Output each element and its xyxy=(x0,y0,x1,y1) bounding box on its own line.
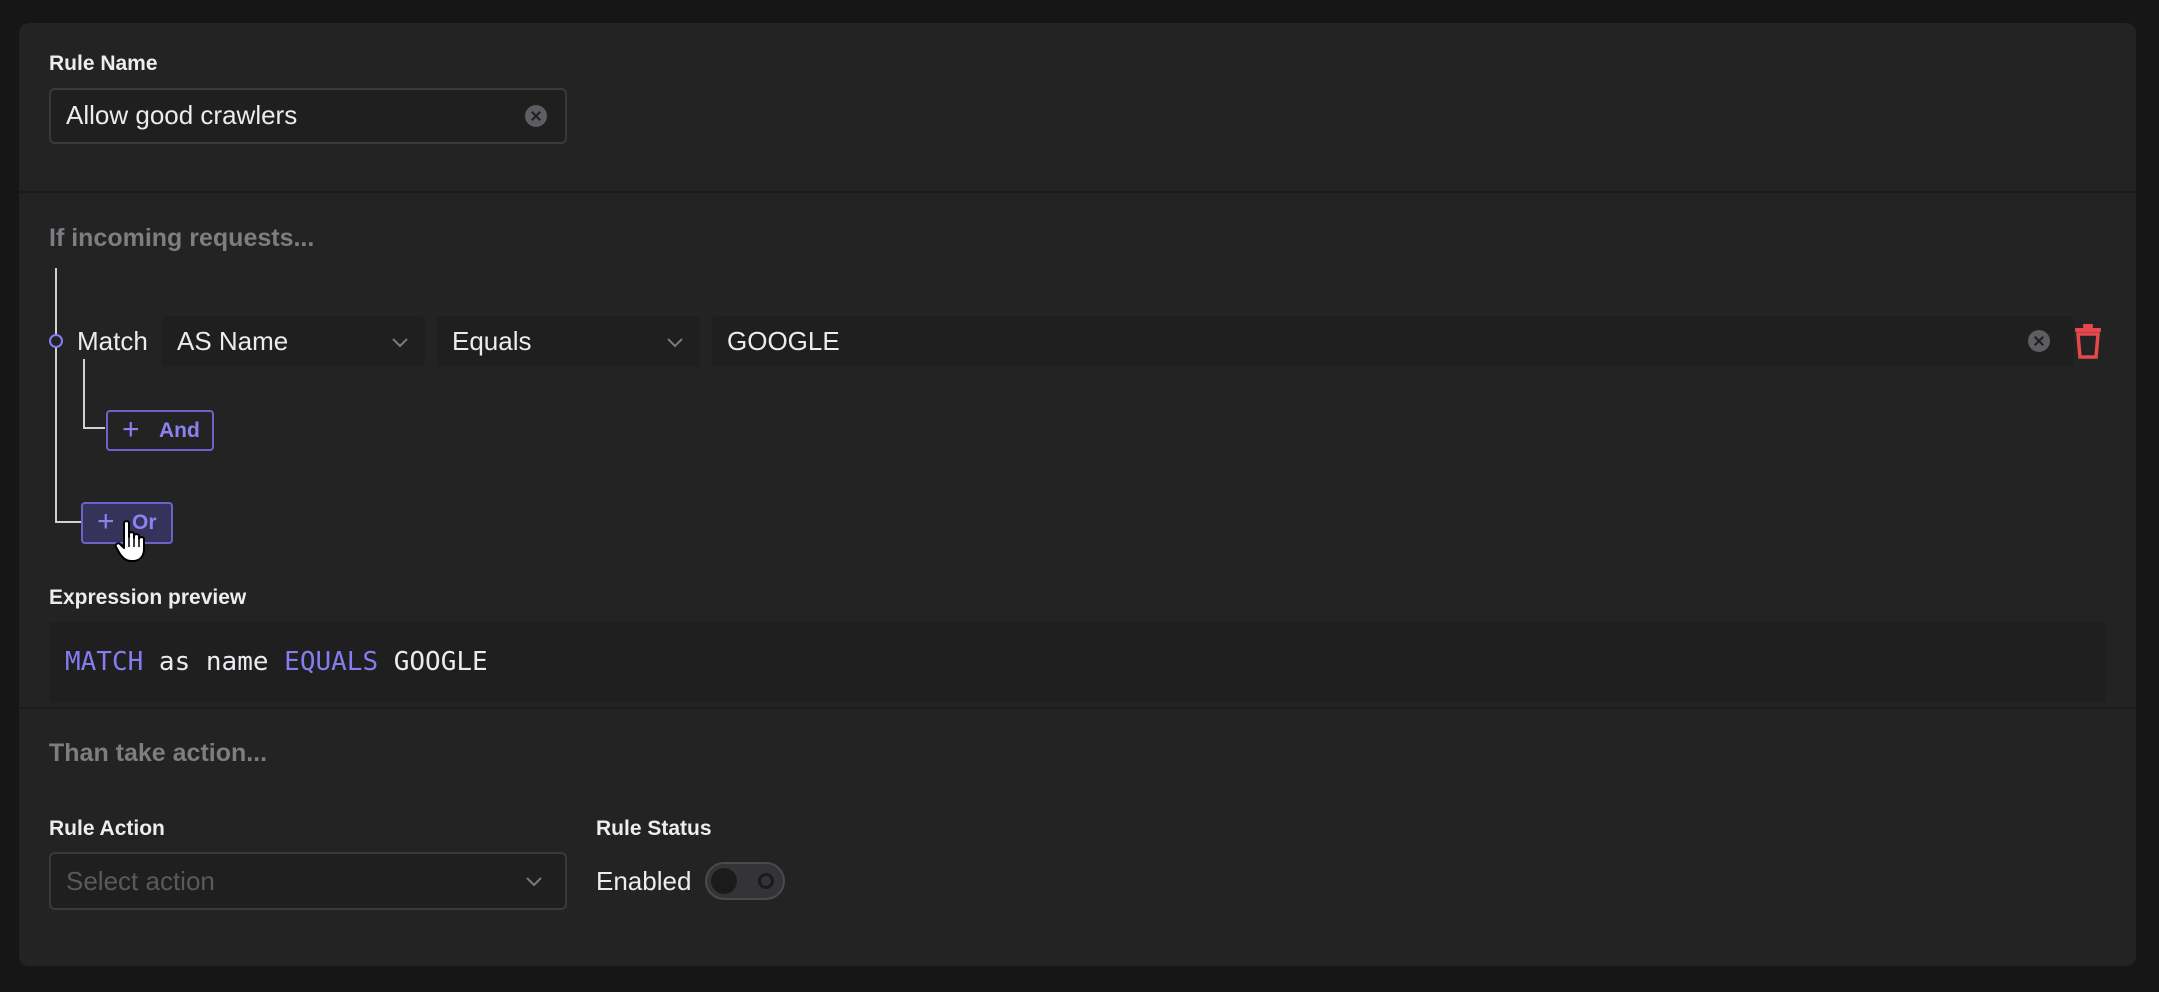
rule-status-value: Enabled xyxy=(596,866,692,896)
rule-action-placeholder: Select action xyxy=(66,866,215,896)
and-tree-branch xyxy=(83,427,105,429)
comparator-select[interactable]: Equals xyxy=(437,316,700,367)
expression-preview-box: MATCH as name EQUALS GOOGLE xyxy=(49,622,2106,703)
toggle-off-indicator xyxy=(758,873,774,889)
toggle-knob xyxy=(711,868,737,894)
trash-icon[interactable] xyxy=(2073,323,2103,359)
expression-preview-label: Expression preview xyxy=(49,586,247,609)
add-and-button[interactable]: + And xyxy=(106,410,214,451)
field-select-value: AS Name xyxy=(177,326,289,356)
expression-field: as name xyxy=(143,647,285,677)
match-label: Match xyxy=(77,326,148,356)
section-divider xyxy=(19,191,2136,193)
expression-value: GOOGLE xyxy=(378,647,488,677)
section-divider xyxy=(19,707,2136,709)
chevron-down-icon xyxy=(667,338,683,348)
chevron-down-icon xyxy=(392,338,408,348)
plus-icon: + xyxy=(97,505,115,538)
or-tree-line xyxy=(55,268,57,523)
and-tree-line xyxy=(83,359,85,429)
or-tree-branch xyxy=(55,521,82,523)
rule-name-input[interactable]: Allow good crawlers xyxy=(49,88,567,144)
condition-node-dot xyxy=(49,334,63,348)
rule-status-label: Rule Status xyxy=(596,817,712,840)
clear-icon[interactable] xyxy=(2028,330,2050,352)
expression-keyword-equals: EQUALS xyxy=(284,647,379,677)
plus-icon: + xyxy=(122,413,140,446)
rule-name-label: Rule Name xyxy=(49,52,158,75)
expression-keyword-match: MATCH xyxy=(65,647,144,677)
rule-action-select[interactable]: Select action xyxy=(49,852,567,910)
chevron-down-icon xyxy=(526,877,542,887)
comparator-select-value: Equals xyxy=(452,326,532,356)
condition-value-text: GOOGLE xyxy=(727,326,840,356)
clear-icon[interactable] xyxy=(525,105,547,127)
conditions-title: If incoming requests... xyxy=(49,224,315,252)
add-and-label: And xyxy=(159,419,200,442)
rule-name-value: Allow good crawlers xyxy=(66,100,298,130)
hand-cursor-icon xyxy=(114,520,145,562)
rule-action-label: Rule Action xyxy=(49,817,165,840)
action-title: Than take action... xyxy=(49,739,268,767)
field-select[interactable]: AS Name xyxy=(162,316,425,367)
rule-status-toggle[interactable] xyxy=(705,862,785,900)
condition-value-input[interactable]: GOOGLE xyxy=(712,316,2074,367)
rule-editor-panel: Rule Name Allow good crawlers If incomin… xyxy=(19,23,2136,966)
